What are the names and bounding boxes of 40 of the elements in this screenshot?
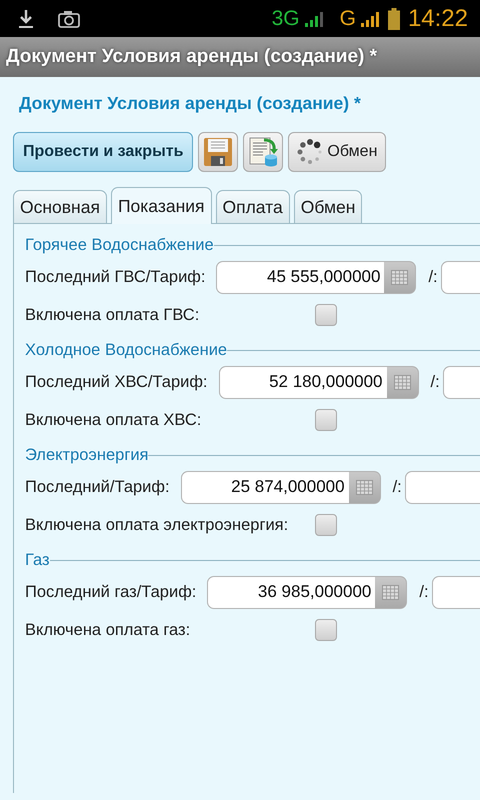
checkbox[interactable] — [315, 619, 337, 641]
field-label: Последний/Тариф: — [25, 476, 170, 498]
network-type: G — [340, 6, 356, 32]
separator-label: /: — [428, 266, 438, 288]
signal-icon — [304, 10, 324, 28]
separator-label: /: — [392, 476, 402, 498]
checkbox-label: Включена оплата ХВС: — [25, 410, 202, 429]
section-title: Горячее Водоснабжение — [25, 234, 214, 256]
section-title: Холодное Водоснабжение — [25, 340, 228, 361]
tab[interactable]: Обмен — [294, 190, 362, 223]
checkbox-label: Включена оплата ГВС: — [25, 306, 200, 324]
checkbox[interactable] — [315, 409, 337, 431]
document-export-button[interactable] — [243, 132, 284, 172]
clock-time: 14:22 — [408, 4, 468, 34]
loading-spinner-icon — [297, 139, 324, 165]
field-label: Последний ХВС/Тариф: — [25, 372, 208, 393]
tab[interactable]: Показания — [110, 187, 212, 224]
document-heading: Документ Условия аренды (создание) * — [19, 93, 361, 113]
download-icon — [18, 8, 34, 28]
checkbox-label: Включена оплата электроэнергия: — [25, 516, 288, 534]
network-type: 3G — [272, 6, 300, 32]
checkbox[interactable] — [315, 304, 337, 326]
signal-icon — [360, 10, 380, 28]
post-and-close-button[interactable]: Провести и закрыть — [13, 132, 194, 172]
exchange-button[interactable]: Обмен — [288, 132, 386, 172]
camera-icon — [58, 10, 80, 28]
separator-label: /: — [419, 582, 429, 603]
section-title: Электроэнергия — [25, 444, 148, 466]
tab[interactable]: Оплата — [216, 190, 290, 223]
field-label: Последний газ/Тариф: — [25, 582, 196, 603]
window-title: Документ Условия аренды (создание) * — [6, 44, 378, 69]
save-button[interactable] — [198, 132, 238, 172]
battery-icon — [388, 8, 400, 30]
document-database-icon — [248, 136, 278, 168]
field-label: Последний ГВС/Тариф: — [25, 266, 206, 288]
checkbox-label: Включена оплата газ: — [25, 620, 190, 639]
section-title: Газ — [25, 550, 50, 571]
checkbox[interactable] — [315, 514, 337, 536]
tab[interactable]: Основная — [13, 190, 107, 223]
separator-label: /: — [430, 372, 440, 393]
